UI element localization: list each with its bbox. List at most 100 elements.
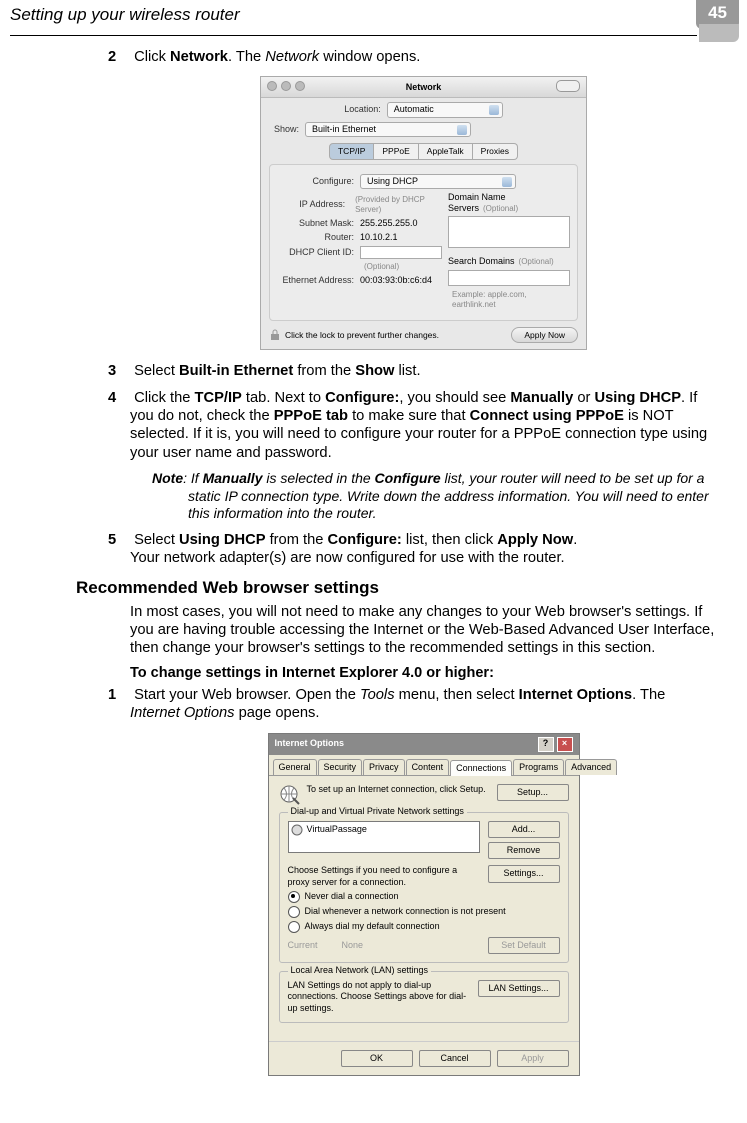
window-title: Network	[261, 82, 586, 93]
settings-text: Choose Settings if you need to configure…	[288, 865, 480, 888]
bold-text: Apply Now	[497, 532, 573, 548]
location-label: Location:	[344, 104, 381, 115]
internet-options-dialog: Internet Options ? × General Security Pr…	[268, 733, 580, 1077]
note-label: Note	[152, 470, 183, 486]
lock-icon[interactable]	[269, 329, 281, 341]
toolbar-pill-icon[interactable]	[556, 80, 580, 92]
bold-text: PPPoE tab	[274, 408, 348, 424]
tab-general[interactable]: General	[273, 759, 317, 775]
text: . The	[228, 49, 265, 65]
sd-label: Search Domains	[448, 256, 515, 266]
ok-button[interactable]: OK	[341, 1050, 413, 1067]
show-popup[interactable]: Built-in Ethernet	[305, 122, 471, 137]
text: from the	[266, 532, 328, 548]
lan-settings-button[interactable]: LAN Settings...	[478, 980, 560, 997]
tab-proxies[interactable]: Proxies	[473, 143, 518, 160]
close-icon[interactable]: ×	[557, 737, 573, 752]
tab-advanced[interactable]: Advanced	[565, 759, 617, 775]
italic-text: Network	[265, 49, 319, 65]
text: . The	[632, 687, 665, 703]
configure-value: Using DHCP	[367, 176, 418, 186]
text: to make sure that	[348, 408, 470, 424]
bold-text: Show	[355, 363, 394, 379]
radio-always-dial[interactable]: Always dial my default connection	[288, 921, 560, 933]
dhcp-label: DHCP Client ID:	[276, 247, 354, 258]
remove-button[interactable]: Remove	[488, 842, 560, 859]
tab-connections[interactable]: Connections	[450, 760, 512, 776]
text: .	[573, 532, 577, 548]
text: Select	[134, 363, 179, 379]
ip-label: IP Address:	[276, 199, 345, 210]
page-header: Setting up your wireless router 45	[0, 0, 747, 35]
help-icon[interactable]: ?	[538, 737, 554, 752]
tab-appletalk[interactable]: AppleTalk	[419, 143, 473, 160]
step-5: 5 Select Using DHCP from the Configure: …	[130, 531, 717, 568]
dialog-title: Internet Options	[275, 738, 345, 749]
header-title: Setting up your wireless router	[10, 5, 737, 25]
section-paragraph: In most cases, you will not need to make…	[130, 603, 717, 658]
configure-popup[interactable]: Using DHCP	[360, 174, 516, 189]
win-tabs: General Security Privacy Content Connect…	[269, 755, 579, 776]
bold-text: Internet Options	[519, 687, 632, 703]
group-title: Local Area Network (LAN) settings	[288, 965, 432, 976]
connection-icon	[291, 824, 303, 836]
apply-now-button[interactable]: Apply Now	[511, 327, 578, 344]
step-number: 3	[108, 362, 130, 380]
text: list.	[394, 363, 420, 379]
settings-button[interactable]: Settings...	[488, 865, 560, 882]
text: Start your Web browser. Open the	[134, 687, 360, 703]
current-label: Current	[288, 940, 342, 951]
cancel-button[interactable]: Cancel	[419, 1050, 491, 1067]
location-popup[interactable]: Automatic	[387, 102, 503, 117]
step5-line2: Your network adapter(s) are now configur…	[130, 549, 717, 567]
section-heading: Recommended Web browser settings	[76, 577, 717, 598]
radio-never-dial[interactable]: Never dial a connection	[288, 891, 560, 903]
page-content: 2 Click Network. The Network window open…	[0, 36, 747, 1086]
text: is selected in the	[262, 470, 374, 486]
dhcp-input[interactable]	[360, 246, 442, 259]
bold-text: Configure	[375, 470, 441, 486]
connections-listbox[interactable]: VirtualPassage	[288, 821, 480, 853]
setup-button[interactable]: Setup...	[497, 784, 569, 801]
radio-dial-when[interactable]: Dial whenever a network connection is no…	[288, 906, 560, 918]
step-number: 5	[108, 531, 130, 549]
step-2: 2 Click Network. The Network window open…	[130, 48, 717, 66]
subheading: To change settings in Internet Explorer …	[130, 664, 717, 682]
text: list, then click	[402, 532, 498, 548]
show-value: Built-in Ethernet	[312, 124, 376, 134]
setup-text: To set up an Internet connection, click …	[307, 784, 497, 795]
dhcp-note: (Optional)	[364, 262, 399, 272]
section2-step-1: 1 Start your Web browser. Open the Tools…	[130, 686, 717, 723]
eth-value: 00:03:93:0b:c6:d4	[360, 275, 432, 286]
bold-text: Configure:	[328, 532, 402, 548]
tab-security[interactable]: Security	[318, 759, 363, 775]
page-number-tab: 45	[696, 0, 739, 29]
tab-tcpip[interactable]: TCP/IP	[329, 143, 374, 160]
bold-text: Manually	[510, 390, 573, 406]
add-button[interactable]: Add...	[488, 821, 560, 838]
win-titlebar: Internet Options ? ×	[269, 734, 579, 755]
search-domains-input[interactable]	[448, 270, 570, 286]
current-value: None	[342, 940, 488, 951]
list-item[interactable]: VirtualPassage	[291, 824, 477, 836]
optional: (Optional)	[483, 204, 518, 213]
set-default-button: Set Default	[488, 937, 560, 954]
bold-text: Using DHCP	[179, 532, 266, 548]
tab-programs[interactable]: Programs	[513, 759, 564, 775]
optional: (Optional)	[519, 257, 554, 266]
tab-content[interactable]: Content	[406, 759, 450, 775]
eth-label: Ethernet Address:	[276, 275, 354, 286]
lan-text: LAN Settings do not apply to dial-up con…	[288, 980, 470, 1014]
tab-privacy[interactable]: Privacy	[363, 759, 405, 775]
step-number: 1	[108, 686, 130, 704]
dialup-vpn-group: Dial-up and Virtual Private Network sett…	[279, 812, 569, 963]
dns-input[interactable]	[448, 216, 570, 248]
globe-wand-icon	[279, 784, 301, 806]
show-label: Show:	[269, 124, 299, 135]
text: window opens.	[319, 49, 420, 65]
location-value: Automatic	[394, 104, 434, 114]
group-title: Dial-up and Virtual Private Network sett…	[288, 806, 467, 817]
ip-note: (Provided by DHCP Server)	[355, 195, 442, 215]
bold-text: Manually	[203, 470, 263, 486]
tab-pppoe[interactable]: PPPoE	[374, 143, 418, 160]
